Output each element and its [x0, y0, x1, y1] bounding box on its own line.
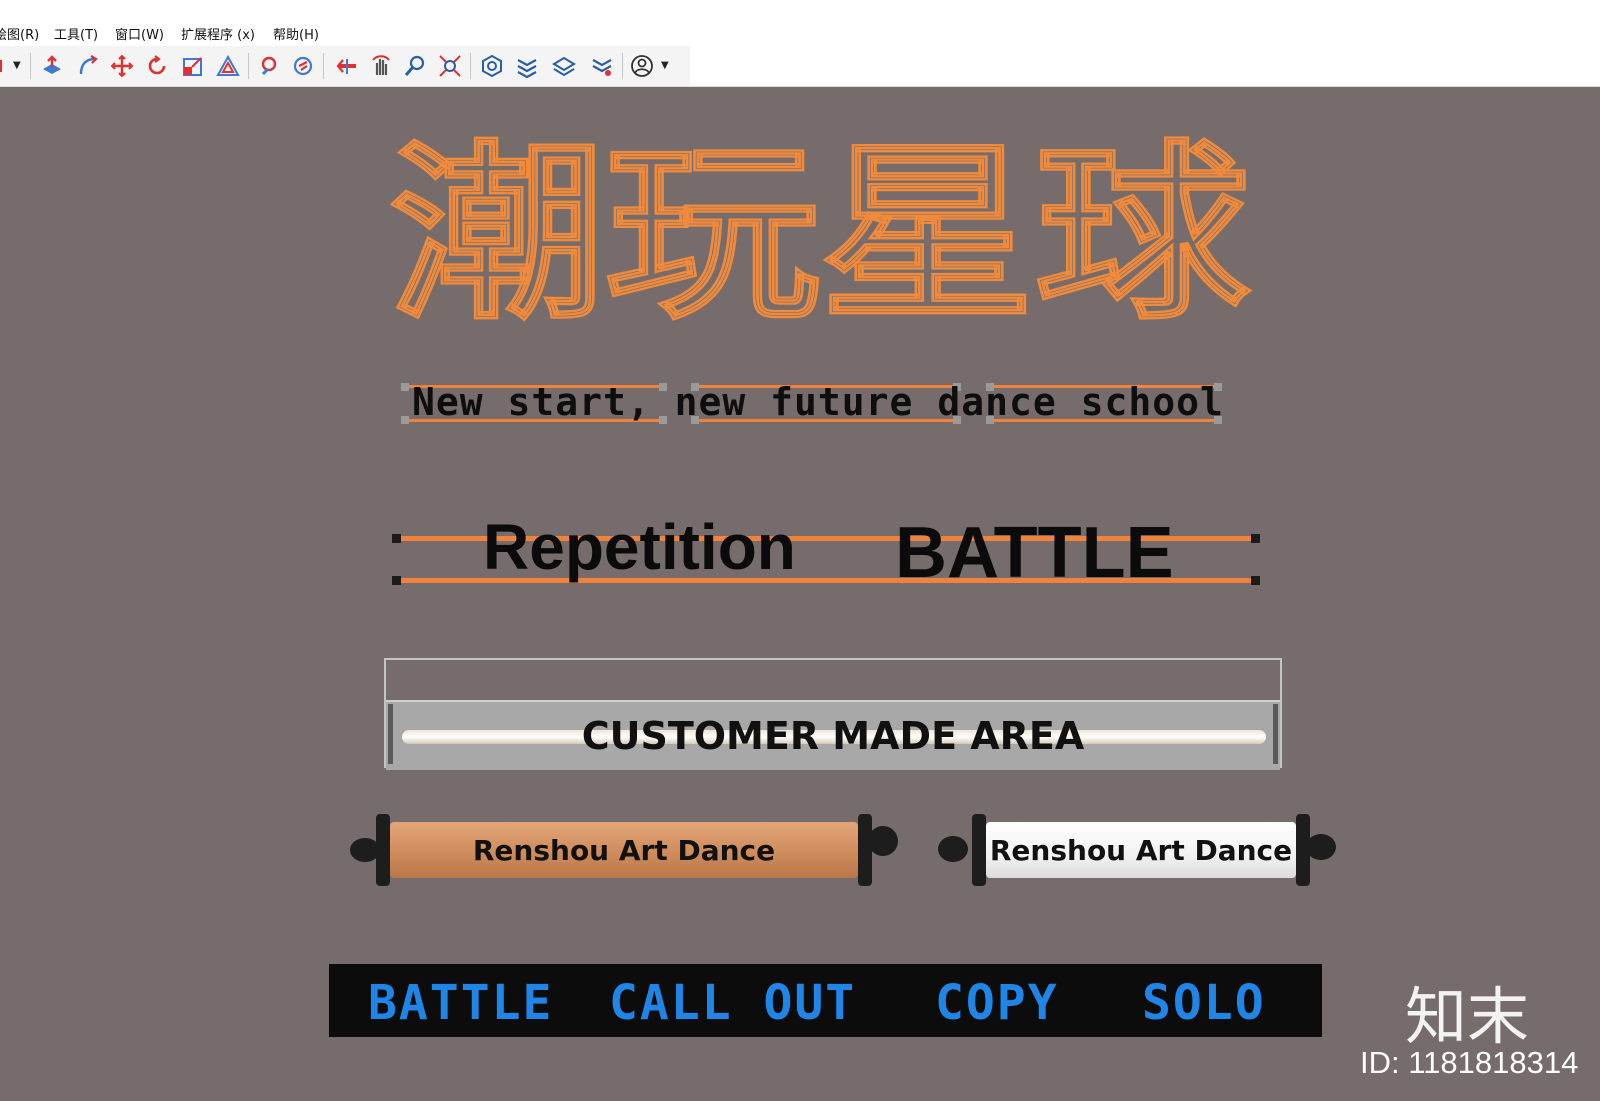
chevron-down-icon[interactable]: ▼ — [661, 60, 669, 71]
toolbar-separator — [323, 53, 324, 79]
scroll-knob — [868, 826, 898, 856]
menu-extensions[interactable]: 扩展程序 (x) — [181, 24, 255, 43]
rail-end-cap — [1251, 576, 1260, 585]
scroll-knob — [1306, 834, 1336, 860]
chevron-down-icon[interactable]: ▼ — [13, 60, 21, 71]
toolbar-separator — [30, 53, 31, 79]
menu-window[interactable]: 窗口(W) — [115, 24, 164, 43]
bar-word-call-out: CALL OUT — [609, 975, 857, 1031]
follow-me-icon[interactable] — [74, 52, 102, 80]
scroll-knob — [938, 836, 968, 862]
title-neon-outline: 潮玩星球 — [389, 123, 1253, 335]
rail-end-cap — [392, 534, 401, 543]
styles-icon[interactable] — [588, 52, 616, 80]
watermark-id: ID: 1181818314 — [1360, 1045, 1579, 1080]
bar-word-battle: BATTLE — [368, 975, 554, 1031]
scroll-sign-white: Renshou Art Dance — [938, 812, 1338, 888]
toolbar-separator — [470, 53, 471, 79]
menu-bar: 绘图(R) 工具(T) 窗口(W) 扩展程序 (x) 帮助(H) — [0, 0, 1600, 46]
toolbar-empty-area — [690, 46, 1600, 86]
toolbar-separator — [248, 53, 249, 79]
subtitle-text: New start, new future dance school — [412, 380, 1224, 424]
watermark-logo: 知末 — [1405, 980, 1530, 1053]
layers-icon[interactable] — [513, 52, 541, 80]
select-dropdown-icon[interactable] — [0, 52, 8, 80]
offset-icon[interactable] — [214, 52, 242, 80]
push-pull-icon[interactable] — [38, 52, 66, 80]
rotate-icon[interactable] — [143, 52, 171, 80]
move-icon[interactable] — [108, 52, 136, 80]
menu-help[interactable]: 帮助(H) — [273, 24, 319, 43]
position-camera-icon[interactable] — [333, 52, 361, 80]
scroll-label-white: Renshou Art Dance — [986, 822, 1296, 878]
component-icon[interactable] — [478, 52, 506, 80]
sandbox-icon[interactable] — [550, 52, 578, 80]
toolbar-separator — [622, 53, 623, 79]
zoom-extents-icon[interactable] — [436, 52, 464, 80]
custom-area-text: CUSTOMER MADE AREA — [581, 714, 1085, 758]
title-cn: 潮玩星球 — [390, 124, 1251, 335]
toolbar: ▼ ▼ — [0, 46, 1600, 87]
orbit-icon[interactable] — [255, 52, 283, 80]
scroll-roller — [858, 814, 872, 886]
scroll-label-orange: Renshou Art Dance — [390, 822, 858, 878]
bar-word-solo: SOLO — [1142, 975, 1266, 1031]
scroll-roller — [972, 814, 986, 886]
zoom-icon[interactable] — [401, 52, 429, 80]
pan-3d-icon[interactable] — [289, 52, 317, 80]
bar-word-copy: COPY — [935, 975, 1059, 1031]
battle-heading-text: BATTLE — [895, 513, 1174, 593]
look-around-icon[interactable] — [367, 52, 395, 80]
rail-end-cap — [392, 576, 401, 585]
account-icon[interactable] — [628, 52, 656, 80]
rail-cap — [401, 416, 409, 424]
menu-draw[interactable]: 绘图(R) — [0, 24, 39, 43]
scale-icon[interactable] — [179, 52, 207, 80]
repetition-text: Repetition — [483, 511, 796, 583]
menu-tools[interactable]: 工具(T) — [54, 24, 98, 43]
rail-cap — [401, 383, 409, 391]
rail-end-cap — [1251, 534, 1260, 543]
scroll-roller — [376, 814, 390, 886]
scroll-sign-orange: Renshou Art Dance — [350, 812, 910, 888]
